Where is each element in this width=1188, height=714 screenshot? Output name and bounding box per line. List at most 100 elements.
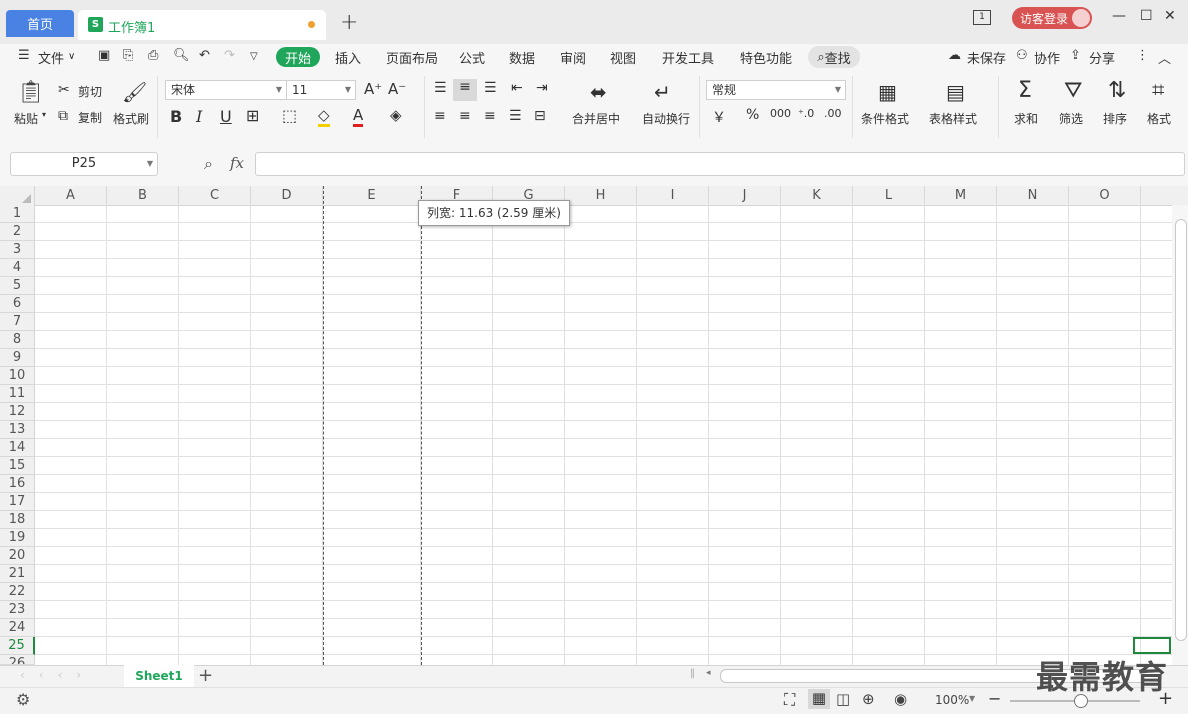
menu-start[interactable]: 开始 (276, 47, 320, 67)
percent-icon[interactable]: % (746, 107, 759, 123)
filter-icon[interactable]: ⛛ (1064, 78, 1082, 103)
close-icon[interactable]: ✕ (1164, 8, 1176, 24)
fullscreen-icon[interactable]: ⛶ (784, 690, 795, 710)
unsaved-status[interactable]: 未保存 (967, 48, 1006, 67)
sum-icon[interactable]: Σ (1018, 78, 1032, 103)
menu-special[interactable]: 特色功能 (740, 48, 792, 67)
increase-indent-icon[interactable]: ⇥ (536, 80, 548, 96)
row-header[interactable]: 5 (0, 277, 35, 295)
minimize-icon[interactable]: — (1112, 8, 1126, 24)
menu-file[interactable]: 文件 (38, 48, 64, 67)
menu-view[interactable]: 视图 (610, 48, 636, 67)
font-size-select[interactable]: 11 ▼ (286, 80, 356, 100)
merge-center-icon[interactable]: ⬌ (590, 80, 607, 104)
page-break-view-icon[interactable]: ◫ (836, 690, 850, 708)
wrap-text-button[interactable]: 自动换行 (642, 110, 690, 127)
filter-button[interactable]: 筛选 (1059, 110, 1083, 127)
normal-view-icon[interactable]: ▦ (808, 689, 830, 709)
row-header[interactable]: 18 (0, 511, 35, 529)
sheet-tab[interactable]: Sheet1 (124, 665, 194, 687)
column-header[interactable]: D (251, 186, 323, 205)
row-header[interactable]: 26 (0, 655, 35, 665)
row-header[interactable]: 6 (0, 295, 35, 313)
scroll-left-icon[interactable]: ◂ (706, 668, 711, 678)
align-top-icon[interactable]: ☰ (434, 80, 447, 96)
chevron-down-icon[interactable]: ∨ (68, 51, 75, 62)
table-style-icon[interactable]: ▤ (946, 80, 965, 104)
row-header[interactable]: 12 (0, 403, 35, 421)
more-icon[interactable]: ⋮ (1136, 48, 1149, 63)
conditional-format-icon[interactable]: ▦ (878, 80, 897, 104)
fill-style-icon[interactable]: ⬚ (282, 106, 297, 125)
row-header[interactable]: 1 (0, 205, 35, 223)
row-header[interactable]: 19 (0, 529, 35, 547)
align-right-icon[interactable]: ≡ (484, 108, 496, 124)
column-header[interactable]: K (781, 186, 853, 205)
quick-access-dropdown-icon[interactable]: ▽ (250, 51, 258, 62)
font-name-select[interactable]: 宋体 ▼ (165, 80, 287, 100)
sort-button[interactable]: 排序 (1103, 110, 1127, 127)
format-icon[interactable]: ⌗ (1152, 78, 1164, 103)
row-header[interactable]: 7 (0, 313, 35, 331)
column-header[interactable]: O (1069, 186, 1141, 205)
format-painter-button[interactable]: 格式刷 (113, 110, 149, 127)
column-header[interactable]: C (179, 186, 251, 205)
row-header[interactable]: 16 (0, 475, 35, 493)
column-header[interactable]: H (565, 186, 637, 205)
eye-care-icon[interactable]: ◉ (894, 690, 907, 708)
row-header[interactable]: 14 (0, 439, 35, 457)
sheet-nav-icons[interactable]: ‹‹‹› (20, 668, 95, 682)
wrap-text-icon[interactable]: ↵ (654, 80, 671, 104)
select-all-button[interactable] (0, 186, 35, 205)
row-header[interactable]: 8 (0, 331, 35, 349)
row-header[interactable]: 9 (0, 349, 35, 367)
redo-icon[interactable]: ↷ (224, 48, 235, 63)
macro-icon[interactable]: ⚙ (16, 690, 30, 709)
hamburger-icon[interactable]: ☰ (18, 48, 30, 63)
justify-icon[interactable]: ☰ (509, 108, 522, 124)
row-header[interactable]: 11 (0, 385, 35, 403)
column-header[interactable]: E (323, 186, 421, 205)
menu-developer[interactable]: 开发工具 (662, 48, 714, 67)
paste-button[interactable]: 粘贴 (14, 110, 38, 127)
column-header[interactable]: J (709, 186, 781, 205)
row-header[interactable]: 25 (0, 637, 35, 655)
italic-icon[interactable]: I (196, 107, 202, 126)
border-icon[interactable]: ⊞ (246, 106, 259, 125)
column-header[interactable]: I (637, 186, 709, 205)
row-header[interactable]: 4 (0, 259, 35, 277)
number-format-select[interactable]: 常规 ▼ (706, 80, 846, 100)
column-header[interactable]: L (853, 186, 925, 205)
menu-formula[interactable]: 公式 (459, 48, 485, 67)
increase-decimal-icon[interactable]: ⁺.0 (798, 107, 814, 120)
sort-icon[interactable]: ⇅ (1108, 78, 1126, 103)
scroll-thumb[interactable] (1175, 219, 1187, 641)
reading-mode-icon[interactable]: ⊕ (862, 690, 875, 708)
align-bottom-icon[interactable]: ☰ (484, 80, 497, 96)
zoom-formula-icon[interactable]: ⌕ (204, 154, 213, 174)
save-icon[interactable]: ▣ (98, 48, 110, 63)
decrease-indent-icon[interactable]: ⇤ (511, 80, 523, 96)
zoom-out-button[interactable]: − (988, 689, 1001, 708)
fill-color-icon[interactable]: ◇ (318, 106, 330, 127)
format-button[interactable]: 格式 (1147, 110, 1171, 127)
split-handle-icon[interactable]: ‖ (690, 668, 695, 679)
fx-icon[interactable]: fx (230, 154, 244, 172)
add-sheet-icon[interactable]: + (198, 665, 213, 686)
copy-icon[interactable]: ⧉ (58, 108, 68, 124)
export-icon[interactable]: ⎘ (123, 48, 133, 63)
row-header[interactable]: 10 (0, 367, 35, 385)
format-painter-icon[interactable]: 🖌︎ (122, 80, 147, 104)
name-box[interactable]: P25 ▼ (10, 152, 158, 176)
vertical-scrollbar[interactable] (1172, 205, 1188, 665)
increase-font-icon[interactable]: A⁺ (364, 80, 382, 98)
scissors-icon[interactable]: ✂ (58, 82, 70, 98)
align-middle-icon[interactable]: ≡ (453, 79, 477, 101)
print-preview-icon[interactable]: 🔍︎ (173, 48, 190, 63)
new-tab-button[interactable]: + (340, 10, 358, 35)
thousands-icon[interactable]: 000 (770, 107, 791, 120)
column-header[interactable]: B (107, 186, 179, 205)
row-header[interactable]: 21 (0, 565, 35, 583)
underline-icon[interactable]: U (220, 107, 232, 126)
collaborate-button[interactable]: 协作 (1034, 48, 1060, 67)
